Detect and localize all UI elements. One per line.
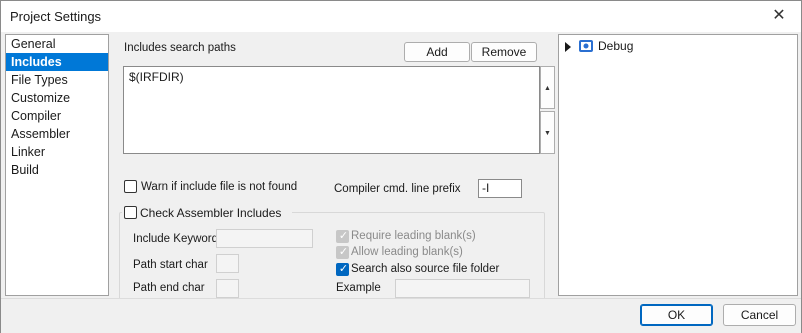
- path-end-input[interactable]: [216, 279, 239, 298]
- warn-label: Warn if include file is not found: [141, 181, 298, 193]
- search-paths-label: Includes search paths: [124, 42, 236, 54]
- category-general[interactable]: General: [6, 35, 108, 53]
- require-blank-checkbox[interactable]: ✓: [336, 230, 349, 243]
- check-mark-icon: ✓: [338, 263, 349, 275]
- dialog-footer: OK Cancel: [1, 298, 801, 333]
- triangle-up-icon: ▲: [544, 85, 551, 92]
- include-keyword-input[interactable]: [216, 229, 313, 248]
- check-mark-icon: ✓: [338, 246, 349, 258]
- triangle-down-icon: ▼: [544, 130, 551, 137]
- category-includes[interactable]: Includes: [6, 53, 108, 71]
- close-icon[interactable]: ✕: [769, 6, 789, 26]
- config-tree: Debug: [558, 34, 798, 296]
- category-assembler[interactable]: Assembler: [6, 125, 108, 143]
- tree-item-label: Debug: [598, 39, 634, 53]
- category-file-types[interactable]: File Types: [6, 71, 108, 89]
- allow-blank-label: Allow leading blank(s): [351, 246, 463, 258]
- example-label: Example: [336, 282, 381, 294]
- check-assembler-label: Check Assembler Includes: [140, 206, 282, 220]
- expand-arrow-icon[interactable]: [565, 42, 571, 52]
- ok-button[interactable]: OK: [640, 304, 713, 326]
- path-end-label: Path end char: [133, 282, 205, 294]
- cancel-button[interactable]: Cancel: [723, 304, 796, 326]
- category-customize[interactable]: Customize: [6, 89, 108, 107]
- require-blank-label: Require leading blank(s): [351, 230, 476, 242]
- category-compiler[interactable]: Compiler: [6, 107, 108, 125]
- check-assembler-checkbox[interactable]: [124, 206, 137, 219]
- prefix-input[interactable]: -I: [478, 179, 522, 198]
- category-linker[interactable]: Linker: [6, 143, 108, 161]
- includes-panel: Includes search paths Add Remove $(IRFDI…: [109, 34, 557, 302]
- search-source-label: Search also source file folder: [351, 263, 500, 275]
- move-down-button[interactable]: ▼: [540, 111, 555, 154]
- project-settings-dialog: Project Settings ✕ General Includes File…: [0, 0, 802, 333]
- path-start-input[interactable]: [216, 254, 239, 273]
- debug-config-icon: [579, 40, 593, 52]
- add-button[interactable]: Add: [404, 42, 470, 62]
- path-start-label: Path start char: [133, 259, 208, 271]
- check-mark-icon: ✓: [338, 230, 349, 242]
- warn-checkbox[interactable]: [124, 180, 137, 193]
- window-title: Project Settings: [10, 9, 102, 24]
- example-input: [395, 279, 530, 298]
- include-keyword-label: Include Keyword: [133, 233, 219, 245]
- prefix-label: Compiler cmd. line prefix: [334, 183, 461, 195]
- search-source-checkbox[interactable]: ✓: [336, 263, 349, 276]
- remove-button[interactable]: Remove: [471, 42, 537, 62]
- category-build[interactable]: Build: [6, 161, 108, 179]
- move-up-button[interactable]: ▲: [540, 66, 555, 109]
- search-paths-textarea[interactable]: $(IRFDIR): [123, 66, 540, 154]
- title-bar: Project Settings ✕: [1, 1, 801, 32]
- category-list: General Includes File Types Customize Co…: [5, 34, 109, 296]
- allow-blank-checkbox[interactable]: ✓: [336, 246, 349, 259]
